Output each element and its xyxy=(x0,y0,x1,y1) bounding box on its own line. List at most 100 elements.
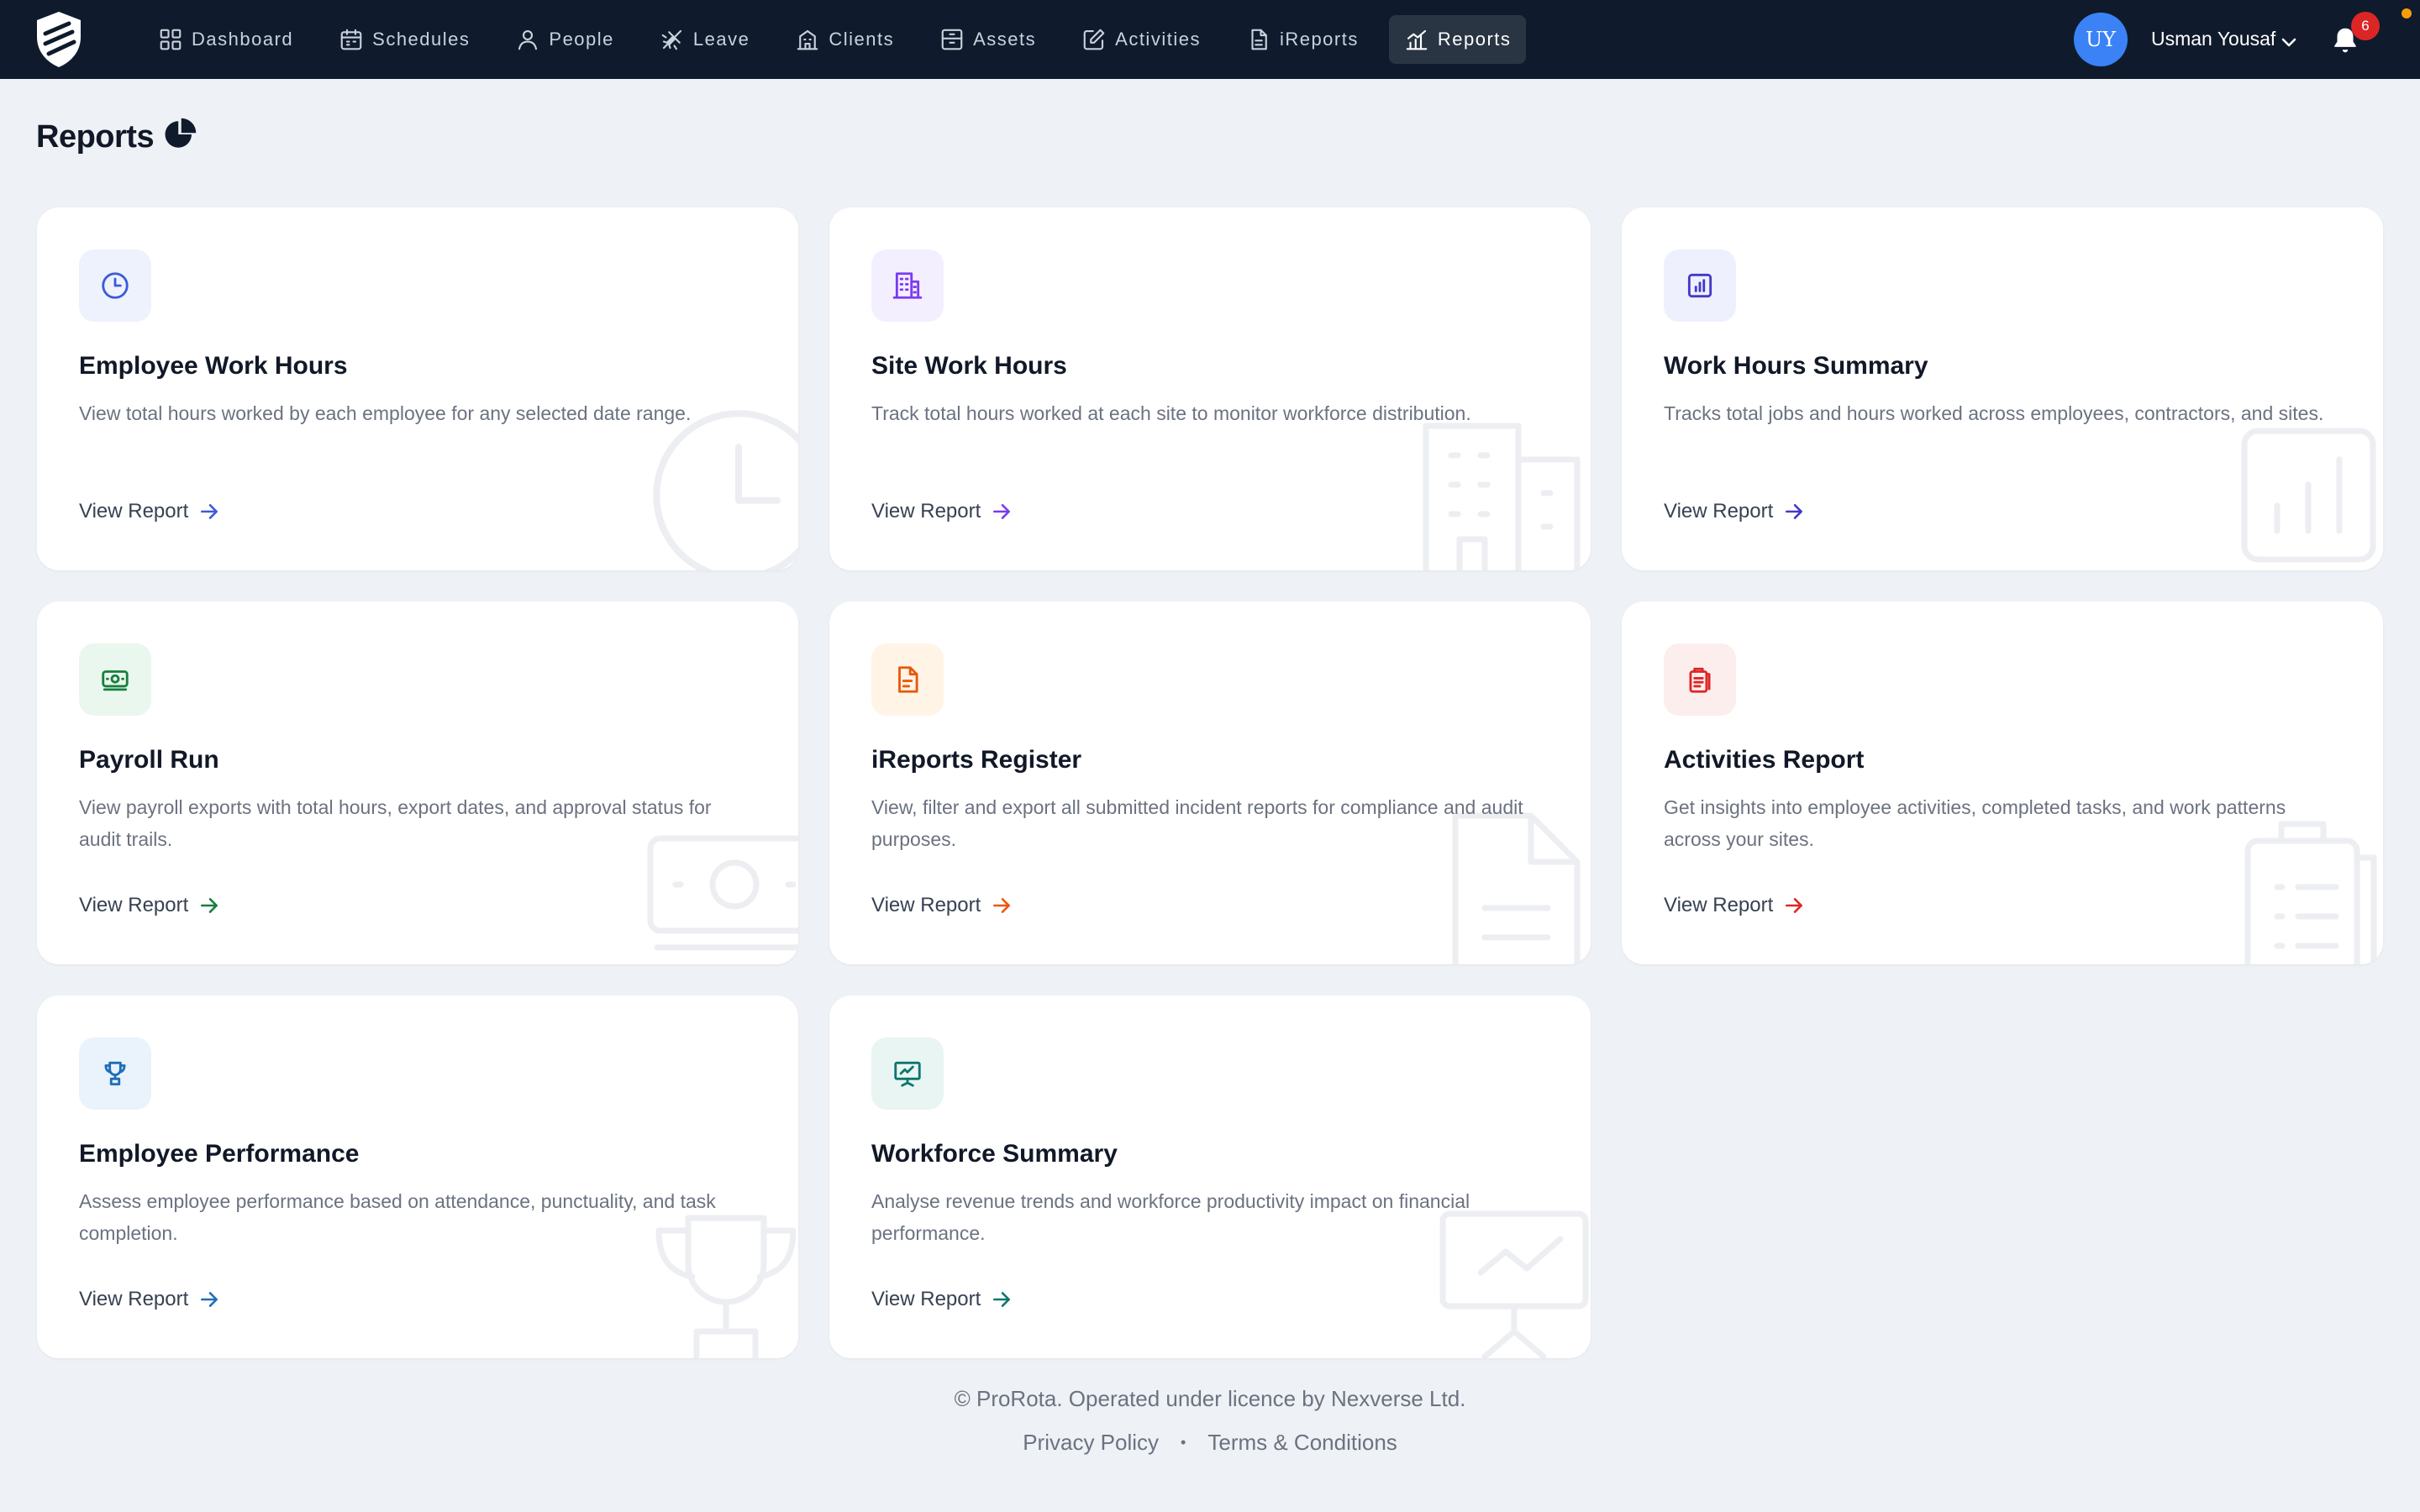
document-icon xyxy=(1251,29,1267,50)
card-description: Analyse revenue trends and workforce pro… xyxy=(871,1190,1470,1244)
view-report-label: View Report xyxy=(871,500,981,522)
report-card-work-hours-summary[interactable]: Work Hours Summary Tracks total jobs and… xyxy=(1622,207,2383,570)
card-description: Track total hours worked at each site to… xyxy=(871,402,1471,424)
view-report-label: View Report xyxy=(871,894,981,916)
money-icon xyxy=(102,670,129,691)
report-card-workforce-summary[interactable]: Workforce Summary Analyse revenue trends… xyxy=(829,995,1591,1358)
bar-chart-icon xyxy=(1687,273,1712,298)
card-description: Assess employee performance based on att… xyxy=(79,1190,716,1244)
view-report-link[interactable]: View Report xyxy=(1664,500,1805,523)
status-dot xyxy=(2402,8,2412,18)
card-description: Tracks total jobs and hours worked acros… xyxy=(1664,402,2324,424)
pie-chart-icon xyxy=(165,118,197,148)
terms-link[interactable]: Terms & Conditions xyxy=(1207,1430,1397,1456)
nav-ireports[interactable]: iReports xyxy=(1231,15,1374,64)
chart-watermark-icon xyxy=(2241,428,2376,563)
footer-separator: • xyxy=(1181,1434,1186,1451)
avatar[interactable]: UY xyxy=(2074,13,2128,66)
nav-clients[interactable]: Clients xyxy=(780,15,909,64)
app-logo-icon[interactable] xyxy=(30,8,87,69)
nav-people[interactable]: People xyxy=(500,15,629,64)
view-report-link[interactable]: View Report xyxy=(79,500,220,523)
card-icon-box xyxy=(871,249,944,322)
building-icon xyxy=(892,272,923,299)
nav-leave[interactable]: Leave xyxy=(644,15,765,64)
presentation-icon xyxy=(894,1061,921,1087)
nav-activities-label: Activities xyxy=(1115,29,1201,50)
nav-schedules[interactable]: Schedules xyxy=(324,15,485,64)
nav-dashboard-label: Dashboard xyxy=(192,29,294,50)
plane-icon xyxy=(661,29,681,50)
notification-badge: 6 xyxy=(2351,12,2380,40)
page-title: Reports xyxy=(36,119,155,155)
person-icon xyxy=(518,29,538,50)
bar-chart-icon xyxy=(1406,29,1428,50)
card-description: View payroll exports with total hours, e… xyxy=(79,796,712,850)
footer-links: Privacy Policy • Terms & Conditions xyxy=(0,1430,2420,1456)
report-card-payroll-run[interactable]: Payroll Run View payroll exports with to… xyxy=(37,601,798,964)
view-report-label: View Report xyxy=(1664,894,1774,916)
card-icon-box xyxy=(79,1037,151,1110)
nav-reports[interactable]: Reports xyxy=(1388,15,1527,64)
view-report-link[interactable]: View Report xyxy=(871,1288,1013,1311)
report-card-site-work-hours[interactable]: Site Work Hours Track total hours worked… xyxy=(829,207,1591,570)
nav-dashboard[interactable]: Dashboard xyxy=(143,15,308,64)
card-description: View, filter and export all submitted in… xyxy=(871,796,1523,850)
building-watermark-icon xyxy=(1423,423,1581,570)
clock-icon xyxy=(102,272,129,299)
view-report-label: View Report xyxy=(79,500,189,522)
top-navbar: Dashboard Schedules People Leave Clients… xyxy=(0,0,2420,79)
document-icon xyxy=(898,666,918,693)
card-title: Employee Work Hours xyxy=(79,352,348,380)
clipboard-icon xyxy=(1689,667,1711,693)
building-icon xyxy=(797,29,818,50)
card-icon-box xyxy=(871,1037,944,1110)
edit-icon xyxy=(1083,29,1105,50)
arrow-right-icon xyxy=(1786,898,1803,913)
view-report-link[interactable]: View Report xyxy=(871,500,1013,523)
chevron-down-icon[interactable] xyxy=(2279,32,2299,52)
card-title: Workforce Summary xyxy=(871,1140,1118,1168)
calendar-icon xyxy=(340,29,362,50)
nav-leave-label: Leave xyxy=(692,29,750,50)
nav-schedules-label: Schedules xyxy=(372,29,471,50)
card-icon-box xyxy=(79,249,151,322)
card-title: Activities Report xyxy=(1664,746,1865,774)
nav-assets[interactable]: Assets xyxy=(924,15,1051,64)
card-description: View total hours worked by each employee… xyxy=(79,402,692,424)
arrow-right-icon xyxy=(201,898,218,913)
report-card-activities-report[interactable]: Activities Report Get insights into empl… xyxy=(1622,601,2383,964)
user-name[interactable]: Usman Yousaf xyxy=(2151,28,2275,50)
card-icon-box xyxy=(1664,643,1736,716)
report-card-employee-performance[interactable]: Employee Performance Assess employee per… xyxy=(37,995,798,1358)
arrow-right-icon xyxy=(1786,504,1803,519)
card-icon-box xyxy=(1664,249,1736,322)
nav-clients-label: Clients xyxy=(829,29,895,50)
card-icon-box xyxy=(79,643,151,716)
card-icon-box xyxy=(871,643,944,716)
view-report-link[interactable]: View Report xyxy=(79,894,220,917)
card-description: Get insights into employee activities, c… xyxy=(1664,796,2286,850)
view-report-link[interactable]: View Report xyxy=(1664,894,1805,917)
privacy-policy-link[interactable]: Privacy Policy xyxy=(1023,1430,1159,1456)
nav-ireports-label: iReports xyxy=(1279,29,1359,50)
arrow-right-icon xyxy=(993,898,1011,913)
view-report-link[interactable]: View Report xyxy=(79,1288,220,1311)
card-title: Work Hours Summary xyxy=(1664,352,1928,380)
nav-activities[interactable]: Activities xyxy=(1066,15,1216,64)
report-card-employee-work-hours[interactable]: Employee Work Hours View total hours wor… xyxy=(37,207,798,570)
arrow-right-icon xyxy=(201,1292,218,1307)
view-report-label: View Report xyxy=(79,894,189,916)
card-title: Employee Performance xyxy=(79,1140,360,1168)
footer-copyright: © ProRota. Operated under licence by Nex… xyxy=(954,1386,1466,1411)
nav-reports-label: Reports xyxy=(1437,29,1512,50)
grid-icon xyxy=(160,29,182,50)
box-icon xyxy=(941,29,963,50)
trophy-icon xyxy=(104,1061,126,1086)
arrow-right-icon xyxy=(993,504,1011,519)
arrow-right-icon xyxy=(993,1292,1011,1307)
report-card-ireports-register[interactable]: iReports Register View, filter and expor… xyxy=(829,601,1591,964)
view-report-link[interactable]: View Report xyxy=(871,894,1013,917)
card-title: iReports Register xyxy=(871,746,1082,774)
nav-people-label: People xyxy=(549,29,614,50)
